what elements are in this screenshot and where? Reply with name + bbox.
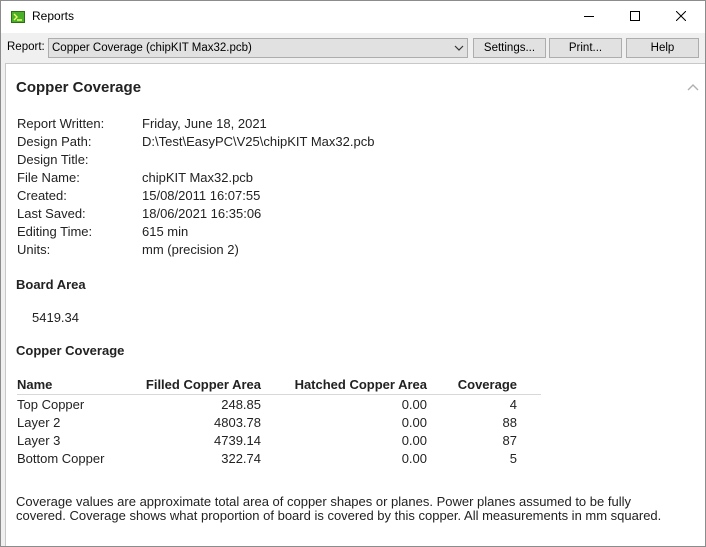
- table-row: Layer 2 4803.78 0.00 88: [17, 413, 541, 431]
- table-row: Layer 3 4739.14 0.00 87: [17, 431, 541, 449]
- cell-name: Bottom Copper: [17, 450, 105, 466]
- minimize-icon: [584, 8, 594, 26]
- cell-coverage: 5: [509, 450, 517, 466]
- close-button[interactable]: [658, 1, 704, 33]
- info-label-created: Created:: [17, 188, 67, 203]
- window-title: Reports: [32, 9, 75, 23]
- cell-hatched: 0.00: [401, 414, 427, 430]
- board-area-value: 5419.34: [32, 310, 79, 325]
- info-value-units: mm (precision 2): [142, 242, 239, 257]
- cell-name: Top Copper: [17, 396, 85, 412]
- coverage-note: Coverage values are approximate total ar…: [16, 494, 662, 523]
- info-label-design-title: Design Title:: [17, 152, 89, 167]
- report-label: Report:: [7, 41, 45, 53]
- cell-name: Layer 2: [17, 414, 61, 430]
- maximize-button[interactable]: [612, 1, 658, 33]
- info-label-units: Units:: [17, 242, 51, 257]
- maximize-icon: [630, 8, 640, 26]
- info-value-file-name: chipKIT Max32.pcb: [142, 170, 254, 185]
- board-area-heading: Board Area: [16, 277, 86, 292]
- easypc-app-icon: [11, 10, 25, 24]
- table-row: Top Copper 248.85 0.00 4: [17, 395, 541, 414]
- cell-filled: 4739.14: [214, 432, 261, 448]
- info-label-editing-time: Editing Time:: [17, 224, 93, 239]
- cell-filled: 322.74: [221, 450, 261, 466]
- info-label-design-path: Design Path:: [17, 134, 92, 149]
- info-value-editing-time: 615 min: [142, 224, 189, 239]
- table-header-row: Name Filled Copper Area Hatched Copper A…: [17, 376, 541, 395]
- minimize-button[interactable]: [566, 1, 612, 33]
- cell-filled: 248.85: [221, 396, 261, 412]
- column-header-filled: Filled Copper Area: [137, 376, 261, 395]
- table-row: Bottom Copper 322.74 0.00 5: [17, 449, 541, 467]
- info-value-created: 15/08/2011 16:07:55: [142, 188, 261, 203]
- column-header-spacer: [517, 376, 541, 395]
- cell-name: Layer 3: [17, 432, 61, 448]
- cell-hatched: 0.00: [401, 450, 427, 466]
- cell-coverage: 88: [502, 414, 517, 430]
- settings-button[interactable]: Settings...: [473, 38, 546, 58]
- title-bar: Reports: [1, 1, 705, 33]
- report-toolbar: Report: Copper Coverage (chipKIT Max32.p…: [1, 33, 705, 63]
- report-select-value: Copper Coverage (chipKIT Max32.pcb): [52, 42, 252, 54]
- column-header-coverage: Coverage: [427, 376, 517, 395]
- report-select[interactable]: Copper Coverage (chipKIT Max32.pcb): [48, 38, 468, 58]
- chevron-down-icon: [454, 43, 464, 53]
- reports-window: Reports Report: Copper Coverage (chipKIT…: [0, 0, 706, 547]
- info-value-design-path: D:\Test\EasyPC\V25\chipKIT Max32.pcb: [142, 134, 375, 149]
- column-header-name: Name: [17, 376, 137, 395]
- cell-coverage: 4: [509, 396, 517, 412]
- report-title: Copper Coverage: [16, 79, 142, 96]
- info-label-file-name: File Name:: [17, 170, 80, 185]
- cell-filled: 4803.78: [214, 414, 261, 430]
- print-button[interactable]: Print...: [549, 38, 622, 58]
- cell-hatched: 0.00: [401, 432, 427, 448]
- info-value-last-saved: 18/06/2021 16:35:06: [142, 206, 262, 221]
- cell-coverage: 87: [502, 432, 517, 448]
- coverage-table: Name Filled Copper Area Hatched Copper A…: [17, 376, 541, 467]
- column-header-hatched: Hatched Copper Area: [261, 376, 427, 395]
- copper-coverage-heading: Copper Coverage: [16, 343, 125, 358]
- info-value-report-written: Friday, June 18, 2021: [142, 116, 267, 131]
- info-label-report-written: Report Written:: [17, 116, 105, 131]
- close-icon: [675, 8, 687, 26]
- report-content[interactable]: Copper Coverage Report Written: Friday, …: [5, 63, 705, 546]
- help-button[interactable]: Help: [626, 38, 699, 58]
- info-label-last-saved: Last Saved:: [17, 206, 86, 221]
- cell-hatched: 0.00: [401, 396, 427, 412]
- scroll-up-icon[interactable]: [687, 79, 699, 91]
